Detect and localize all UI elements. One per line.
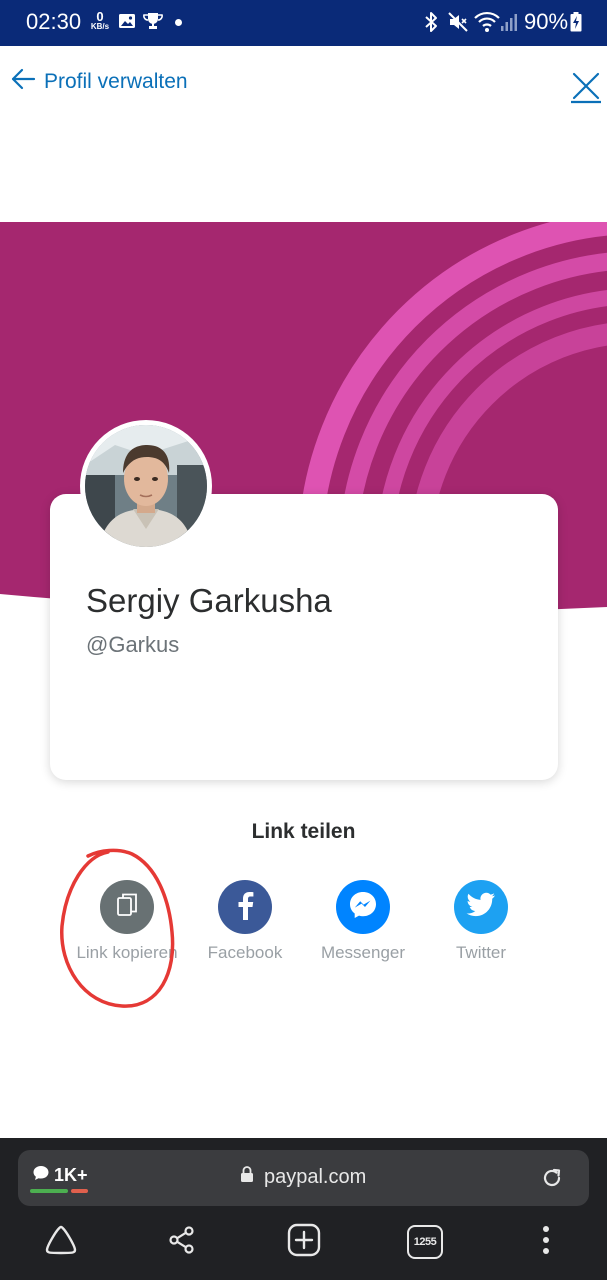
url-display[interactable]: paypal.com bbox=[240, 1165, 366, 1189]
share-twitter-label: Twitter bbox=[455, 943, 507, 962]
share-messenger-circle bbox=[336, 880, 390, 934]
more-menu-button[interactable] bbox=[528, 1224, 564, 1260]
reload-icon bbox=[540, 1168, 564, 1194]
tabs-button[interactable]: 1255 bbox=[407, 1224, 443, 1260]
browser-toolbar: 1K+ paypal.com 1255 bbox=[0, 1138, 607, 1280]
comments-badge[interactable]: 1K+ bbox=[32, 1164, 88, 1187]
share-button[interactable] bbox=[164, 1224, 200, 1260]
tabs-count: 1255 bbox=[413, 1236, 437, 1248]
comments-count: 1K+ bbox=[54, 1165, 88, 1185]
share-twitter-button[interactable]: Twitter bbox=[426, 880, 536, 963]
address-bar[interactable]: 1K+ paypal.com bbox=[18, 1150, 589, 1206]
profile-name: Sergiy Garkusha bbox=[86, 582, 332, 619]
tabs-counter-icon: 1255 bbox=[407, 1225, 443, 1259]
share-copy-link-label: Link kopieren bbox=[76, 943, 178, 962]
share-twitter-circle bbox=[454, 880, 508, 934]
share-facebook-button[interactable]: Facebook bbox=[190, 880, 300, 963]
gallery-icon bbox=[118, 12, 136, 34]
new-tab-button[interactable] bbox=[286, 1223, 322, 1261]
home-triangle-icon bbox=[44, 1224, 78, 1260]
share-facebook-circle bbox=[218, 880, 272, 934]
home-button[interactable] bbox=[43, 1224, 79, 1260]
rating-bars bbox=[30, 1189, 88, 1193]
share-copy-circle bbox=[100, 880, 154, 934]
back-button[interactable]: Profil verwalten bbox=[10, 66, 188, 98]
share-icon bbox=[167, 1225, 197, 1259]
status-time: 02:30 bbox=[26, 9, 82, 34]
trophy-icon bbox=[143, 12, 163, 34]
profile-photo bbox=[85, 425, 207, 547]
bluetooth-icon bbox=[423, 11, 439, 37]
reload-button[interactable] bbox=[540, 1166, 564, 1190]
page-header: Profil verwalten bbox=[0, 46, 607, 136]
plus-square-icon bbox=[287, 1223, 321, 1261]
share-messenger-button[interactable]: Messenger bbox=[308, 880, 418, 963]
signal-icon bbox=[500, 12, 518, 36]
more-vert-icon bbox=[542, 1225, 550, 1259]
back-label: Profil verwalten bbox=[44, 70, 188, 93]
mute-icon bbox=[447, 11, 469, 37]
wifi-icon bbox=[474, 11, 500, 37]
notification-dot-icon bbox=[175, 19, 182, 26]
battery-charging-icon bbox=[570, 12, 582, 36]
facebook-icon bbox=[234, 890, 256, 924]
chat-bubble-icon bbox=[32, 1164, 50, 1187]
battery-level: 90% bbox=[524, 9, 569, 34]
twitter-icon bbox=[466, 892, 496, 922]
close-icon bbox=[568, 72, 604, 108]
net-speed: 0 KB/s bbox=[88, 10, 112, 31]
close-button[interactable] bbox=[568, 68, 604, 104]
url-text: paypal.com bbox=[264, 1165, 367, 1188]
net-speed-unit: KB/s bbox=[90, 22, 110, 31]
share-facebook-label: Facebook bbox=[207, 943, 283, 962]
arrow-left-icon bbox=[10, 66, 36, 98]
avatar bbox=[80, 420, 212, 552]
messenger-icon bbox=[346, 888, 380, 926]
copy-icon bbox=[114, 891, 140, 923]
status-bar: 02:30 0 KB/s 90% bbox=[0, 0, 607, 46]
share-messenger-label: Messenger bbox=[320, 943, 406, 962]
share-title: Link teilen bbox=[251, 820, 356, 843]
lock-icon bbox=[240, 1165, 254, 1189]
share-copy-link-button[interactable]: Link kopieren bbox=[72, 880, 182, 963]
profile-handle: @Garkus bbox=[86, 632, 180, 657]
